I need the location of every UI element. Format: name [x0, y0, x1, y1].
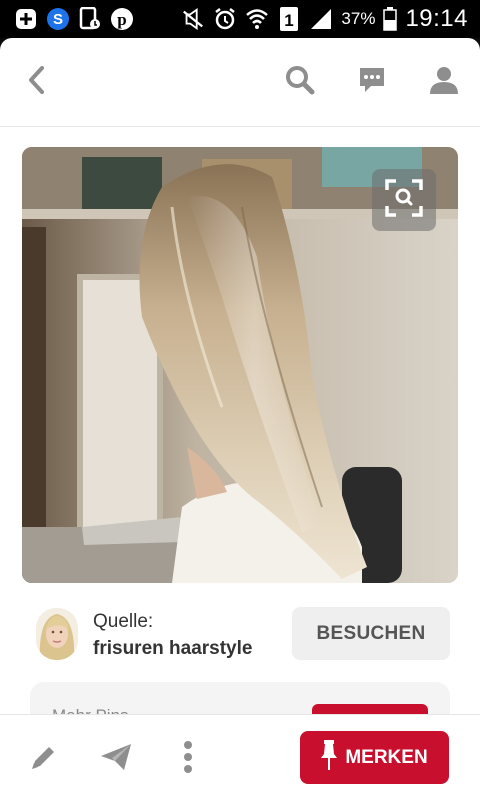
save-pin-button[interactable]: MERKEN — [300, 731, 449, 784]
sim-slot-label: 1 — [285, 11, 294, 30]
add-notification-icon — [14, 7, 38, 31]
visit-button[interactable]: BESUCHEN — [292, 607, 450, 660]
visual-search-button[interactable] — [372, 169, 436, 231]
status-clock: 19:14 — [405, 5, 468, 32]
phone-notification-icon — [78, 7, 102, 31]
s-app-icon: S — [46, 7, 70, 31]
source-label: Quelle: — [93, 611, 154, 632]
alarm-icon — [213, 7, 237, 31]
back-icon — [26, 65, 46, 100]
svg-text:S: S — [53, 11, 63, 28]
profile-button[interactable] — [426, 64, 462, 100]
status-notifications: S p — [14, 7, 134, 31]
back-button[interactable] — [18, 64, 54, 100]
pin-image[interactable] — [22, 147, 458, 583]
edit-icon — [29, 742, 59, 777]
source-avatar[interactable] — [36, 608, 78, 660]
messages-icon — [357, 65, 387, 100]
wifi-icon — [245, 7, 269, 31]
more-icon — [183, 740, 193, 778]
battery-icon — [383, 7, 398, 31]
send-button[interactable] — [96, 739, 136, 779]
battery-percent: 37% — [341, 9, 376, 28]
svg-text:p: p — [117, 10, 126, 29]
signal-icon — [309, 7, 333, 31]
pinterest-icon: p — [110, 7, 134, 31]
messages-button[interactable] — [354, 64, 390, 100]
send-icon — [100, 743, 132, 776]
pin-detail-screen: Quelle: frisuren haarstyle BESUCHEN Mehr… — [0, 38, 480, 800]
mute-icon — [181, 7, 205, 31]
status-system: 1 37% 19:14 — [181, 5, 468, 32]
save-pin-label: MERKEN — [345, 746, 428, 768]
edit-button[interactable] — [24, 739, 64, 779]
source-name[interactable]: frisuren haarstyle — [93, 638, 252, 660]
status-bar: S p 1 37% 19:14 — [0, 0, 480, 38]
profile-icon — [429, 65, 459, 100]
search-button[interactable] — [282, 64, 318, 100]
top-bar — [0, 38, 480, 127]
pin-icon — [321, 739, 338, 776]
more-options-button[interactable] — [168, 739, 208, 779]
sim-icon: 1 — [277, 7, 301, 31]
visual-search-icon — [384, 178, 424, 223]
search-icon — [285, 65, 315, 100]
bottom-action-bar: MERKEN — [0, 714, 480, 800]
